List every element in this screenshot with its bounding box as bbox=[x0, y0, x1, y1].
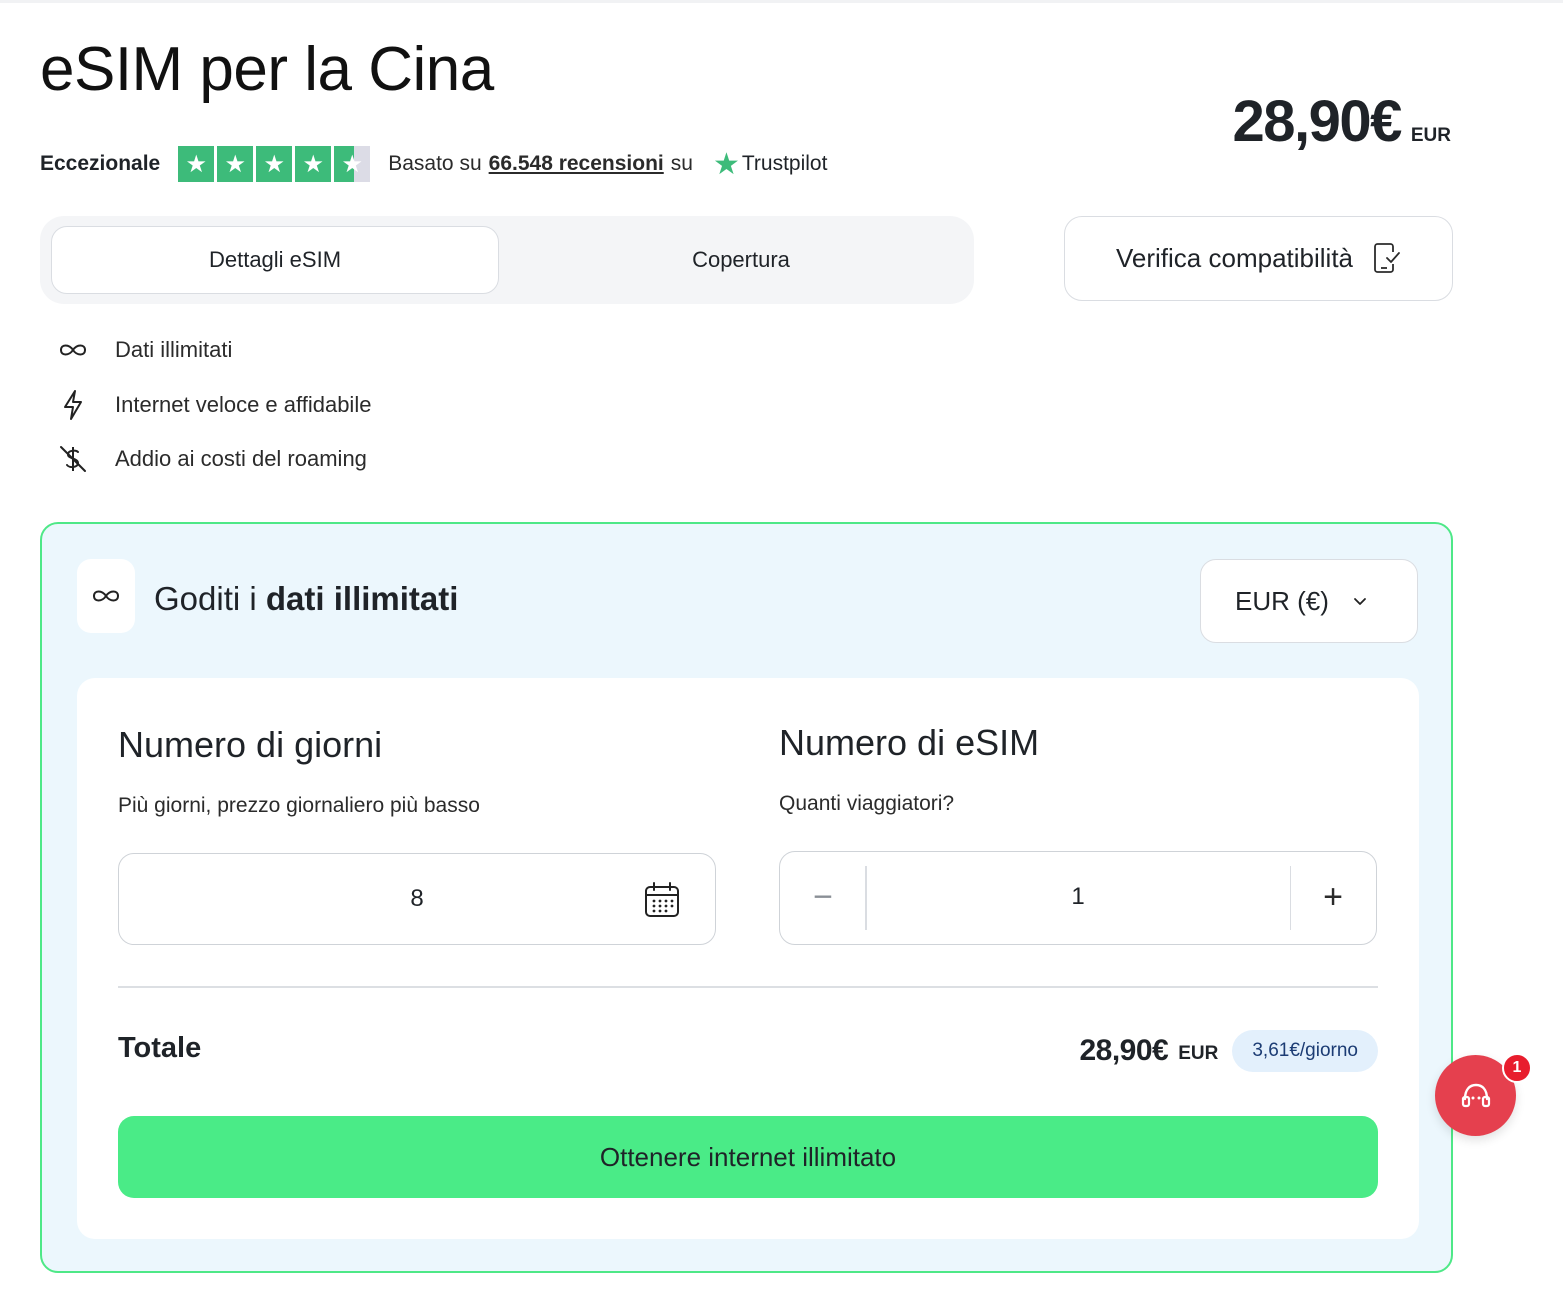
plan-card: Goditi i dati illimitati EUR (€) Numero … bbox=[40, 522, 1453, 1273]
plan-config-panel: Numero di giorni Più giorni, prezzo gior… bbox=[77, 678, 1419, 1239]
feature-item: Dati illimitati bbox=[55, 332, 371, 368]
star-icon: ★ bbox=[295, 146, 332, 182]
increment-button[interactable]: + bbox=[1290, 852, 1376, 942]
days-input[interactable]: 8 bbox=[118, 853, 716, 945]
rating-stars: ★ ★ ★ ★ ★ bbox=[178, 146, 371, 182]
notification-badge: 1 bbox=[1502, 1053, 1532, 1083]
calendar-icon[interactable] bbox=[643, 881, 681, 919]
tab-coverage[interactable]: Copertura bbox=[517, 226, 965, 294]
decrement-button[interactable]: − bbox=[780, 852, 866, 942]
plan-title-prefix: Goditi i bbox=[154, 580, 257, 617]
plan-title: Goditi i dati illimitati bbox=[154, 580, 458, 618]
half-star-icon: ★ bbox=[334, 146, 371, 182]
trustpilot-star-icon: ★ bbox=[712, 147, 740, 181]
per-day-badge: 3,61€/giorno bbox=[1232, 1030, 1378, 1072]
header-price-amount: 28,90€ bbox=[1232, 89, 1402, 154]
total-currency: EUR bbox=[1178, 1043, 1219, 1064]
star-icon: ★ bbox=[178, 146, 215, 182]
infinity-badge bbox=[77, 559, 135, 633]
feature-list: Dati illimitati Internet veloce e affida… bbox=[55, 332, 371, 496]
feature-item: Internet veloce e affidabile bbox=[55, 387, 371, 423]
currency-select[interactable]: EUR (€) bbox=[1200, 559, 1418, 643]
esims-value[interactable]: 1 bbox=[866, 852, 1290, 942]
section-divider bbox=[118, 986, 1378, 988]
tab-esim-details[interactable]: Dettagli eSIM bbox=[51, 226, 499, 294]
top-border bbox=[0, 0, 1563, 3]
days-heading: Numero di giorni bbox=[118, 724, 383, 765]
currency-select-value: EUR (€) bbox=[1235, 585, 1329, 616]
buy-unlimited-button[interactable]: Ottenere internet illimitato bbox=[118, 1116, 1378, 1198]
feature-item: Addio ai costi del roaming bbox=[55, 441, 371, 477]
reviews-link[interactable]: 66.548 recensioni bbox=[489, 152, 664, 176]
trustpilot-rating: Eccezionale ★ ★ ★ ★ ★ Basato su 66.548 r… bbox=[40, 146, 827, 182]
verify-compatibility-label: Verifica compatibilità bbox=[1116, 243, 1353, 273]
headset-icon bbox=[1461, 1083, 1490, 1107]
feature-label: Dati illimitati bbox=[115, 337, 233, 362]
star-icon: ★ bbox=[217, 146, 254, 182]
infinity-icon bbox=[55, 332, 91, 368]
esims-heading: Numero di eSIM bbox=[779, 722, 1040, 763]
chevron-down-icon bbox=[1353, 597, 1367, 606]
total-label: Totale bbox=[118, 1032, 202, 1064]
lightning-icon bbox=[55, 387, 91, 423]
verify-compatibility-button[interactable]: Verifica compatibilità bbox=[1064, 216, 1453, 301]
trustpilot-name: Trustpilot bbox=[741, 152, 828, 175]
rating-based-suffix: su bbox=[670, 152, 693, 175]
infinity-icon bbox=[92, 590, 120, 602]
phone-check-icon bbox=[1374, 242, 1401, 273]
total-price: 28,90€ EUR 3,61€/giorno bbox=[1079, 1030, 1378, 1072]
no-dollar-icon bbox=[55, 441, 91, 477]
feature-label: Addio ai costi del roaming bbox=[115, 446, 367, 471]
trustpilot-logo[interactable]: ★ Trustpilot bbox=[713, 147, 828, 182]
page-title: eSIM per la Cina bbox=[40, 35, 494, 104]
star-icon: ★ bbox=[256, 146, 293, 182]
header-price: 28,90€ EUR bbox=[1232, 88, 1451, 155]
feature-label: Internet veloce e affidabile bbox=[115, 391, 372, 417]
plan-title-bold: dati illimitati bbox=[265, 580, 459, 617]
tab-bar: Dettagli eSIM Copertura bbox=[40, 216, 974, 304]
esims-stepper: − 1 + bbox=[779, 851, 1377, 945]
header-price-currency: EUR bbox=[1410, 125, 1451, 146]
total-amount: 28,90€ bbox=[1079, 1034, 1169, 1067]
rating-based-prefix: Basato su bbox=[388, 152, 482, 175]
days-value: 8 bbox=[410, 885, 424, 912]
days-subheading: Più giorni, prezzo giornaliero più basso bbox=[118, 794, 480, 817]
rating-label: Eccezionale bbox=[40, 152, 161, 175]
esims-subheading: Quanti viaggiatori? bbox=[779, 792, 955, 815]
